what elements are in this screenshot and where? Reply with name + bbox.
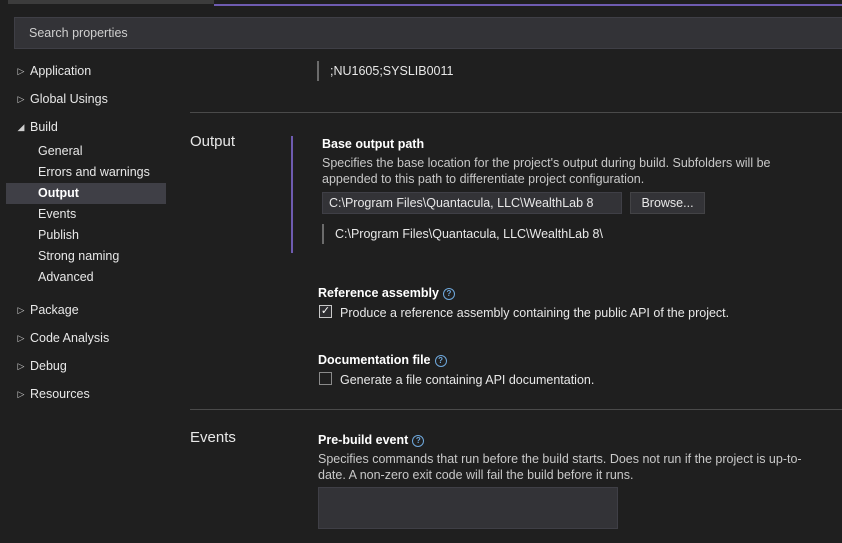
pre-build-event-title-text: Pre-build event xyxy=(318,433,409,447)
caret-right-icon: ▷ xyxy=(17,333,25,343)
checkmark-icon: ✓ xyxy=(320,305,331,317)
sidebar-item-label: General xyxy=(38,144,83,158)
value-indicator-bar xyxy=(317,61,319,81)
sidebar-item-label: Output xyxy=(38,186,79,200)
section-title-events: Events xyxy=(190,429,236,446)
pre-build-event-input[interactable] xyxy=(318,487,618,529)
help-circle-icon[interactable]: ? xyxy=(412,435,425,447)
caret-right-icon: ▷ xyxy=(17,66,25,76)
base-output-path-input[interactable]: C:\Program Files\Quantacula, LLC\WealthL… xyxy=(322,192,622,214)
sidebar-item-label: Errors and warnings xyxy=(38,165,150,179)
section-title-output: Output xyxy=(190,133,236,150)
sidebar-group-label: Build xyxy=(30,120,58,134)
sidebar-item-publish[interactable]: Publish xyxy=(6,225,166,246)
sidebar-group-label: Resources xyxy=(30,387,90,401)
help-circle-icon[interactable]: ? xyxy=(442,288,455,300)
sidebar-item-strong-naming[interactable]: Strong naming xyxy=(6,246,166,267)
documentation-file-checkbox[interactable] xyxy=(319,372,332,385)
document-tab[interactable] xyxy=(8,0,214,4)
documentation-file-title-text: Documentation file xyxy=(318,353,431,367)
sidebar-item-output[interactable]: Output xyxy=(6,183,166,204)
sidebar-group-label: Global Usings xyxy=(30,92,108,106)
sidebar-item-advanced[interactable]: Advanced xyxy=(6,267,166,288)
warnings-value: ;NU1605;SYSLIB0011 xyxy=(330,64,454,78)
pre-build-event-title: Pre-build event? xyxy=(318,433,425,447)
documentation-file-label: Generate a file containing API documenta… xyxy=(340,373,595,387)
sidebar-group-label: Debug xyxy=(30,359,67,373)
reference-assembly-title-text: Reference assembly xyxy=(318,286,439,300)
properties-content: ;NU1605;SYSLIB0011 Output Base output pa… xyxy=(190,0,842,543)
sidebar-item-label: Publish xyxy=(38,228,79,242)
sidebar-item-errors-and-warnings[interactable]: Errors and warnings xyxy=(6,162,166,183)
sidebar-item-label: Advanced xyxy=(38,270,94,284)
sidebar-group-label: Code Analysis xyxy=(30,331,110,345)
sidebar-group-label: Package xyxy=(30,303,79,317)
caret-down-icon: ◢ xyxy=(17,122,25,132)
sidebar-item-label: Events xyxy=(38,207,77,221)
sidebar-item-general[interactable]: General xyxy=(6,141,166,162)
reference-assembly-title: Reference assembly? xyxy=(318,286,455,300)
section-divider xyxy=(190,112,842,113)
base-output-path-title: Base output path xyxy=(322,137,425,151)
reference-assembly-label: Produce a reference assembly containing … xyxy=(340,306,730,320)
section-accent-bar xyxy=(291,136,293,253)
caret-right-icon: ▷ xyxy=(17,361,25,371)
documentation-file-title: Documentation file? xyxy=(318,353,447,367)
reference-assembly-checkbox[interactable]: ✓ xyxy=(319,305,332,318)
evaluated-output-path: C:\Program Files\Quantacula, LLC\WealthL… xyxy=(335,227,603,241)
caret-right-icon: ▷ xyxy=(17,389,25,399)
pre-build-event-description: Specifies commands that run before the b… xyxy=(318,452,802,482)
section-divider xyxy=(190,409,842,410)
sidebar-group-label: Application xyxy=(30,64,92,78)
value-indicator-bar xyxy=(322,224,324,244)
browse-button[interactable]: Browse... xyxy=(630,192,705,214)
base-output-path-description: Specifies the base location for the proj… xyxy=(322,156,771,186)
caret-right-icon: ▷ xyxy=(17,94,25,104)
sidebar-item-events[interactable]: Events xyxy=(6,204,166,225)
caret-right-icon: ▷ xyxy=(17,305,25,315)
help-circle-icon[interactable]: ? xyxy=(434,355,447,367)
sidebar-item-label: Strong naming xyxy=(38,249,120,263)
